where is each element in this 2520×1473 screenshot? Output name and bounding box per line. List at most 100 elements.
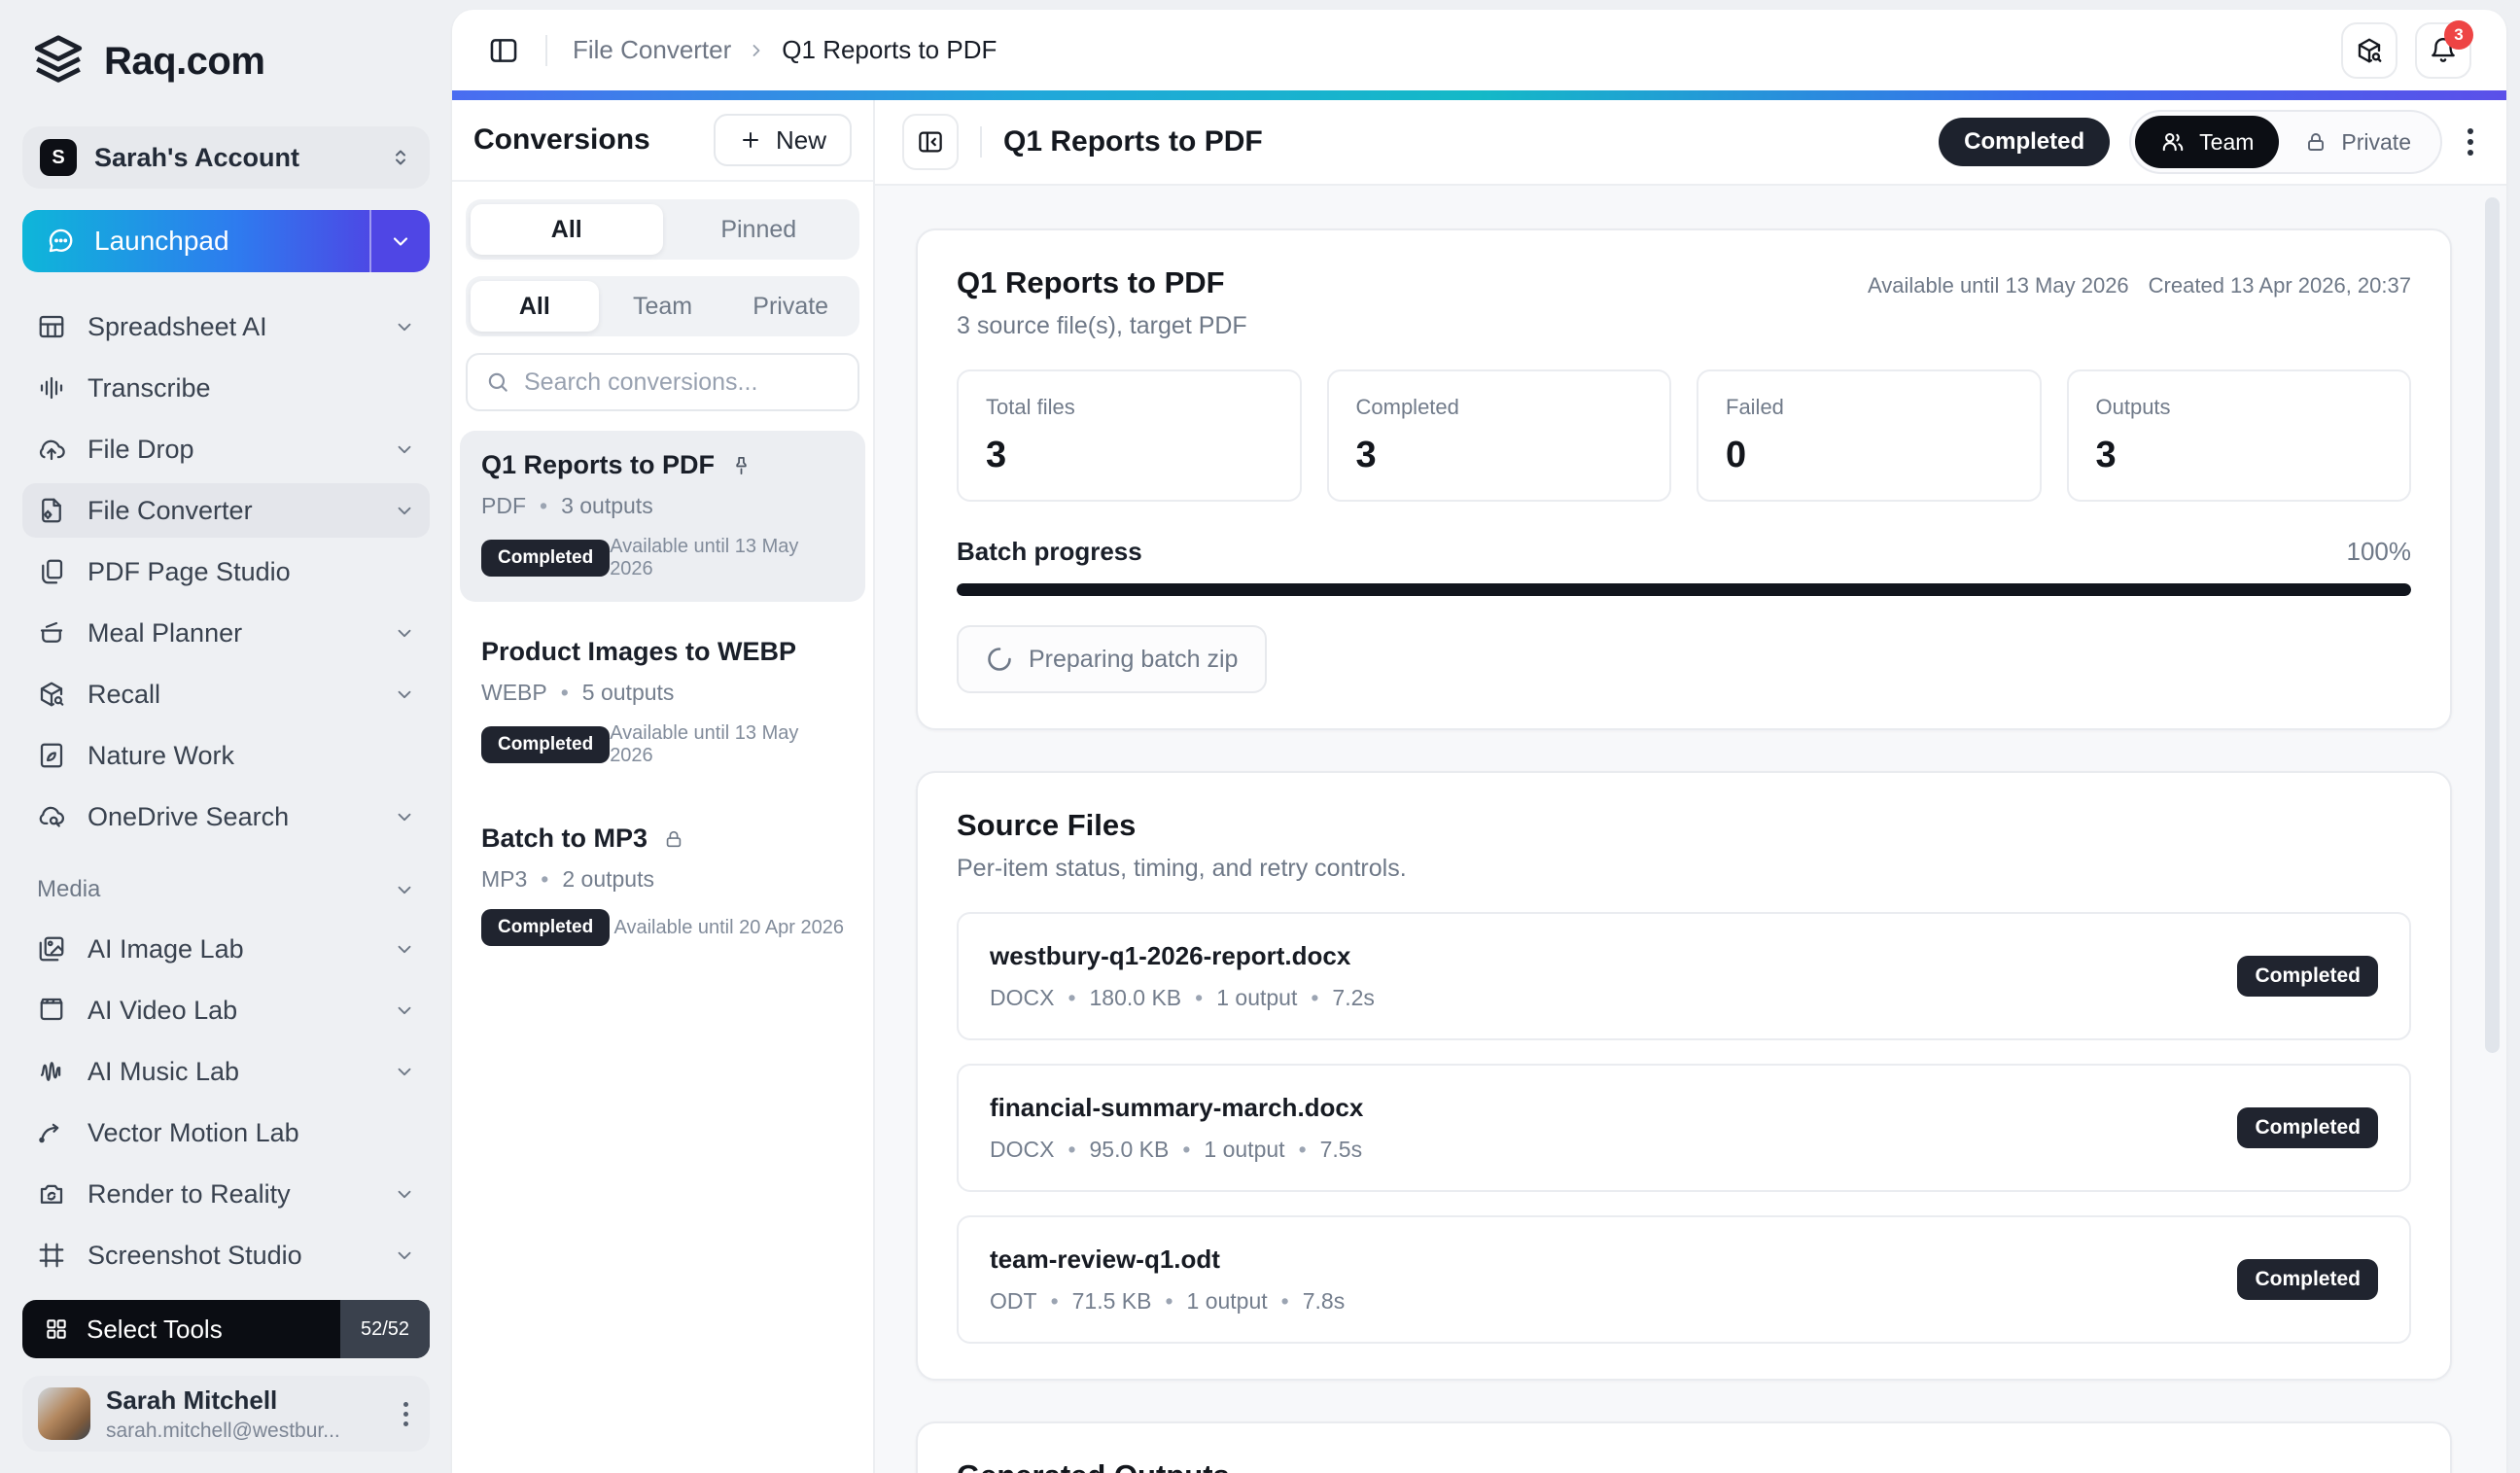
launchpad-expand-button[interactable] (369, 210, 430, 272)
tab-scope-private[interactable]: Private (726, 281, 855, 332)
visibility-team-button[interactable]: Team (2135, 116, 2279, 168)
sidebar-item-spreadsheet-ai[interactable]: Spreadsheet AI (22, 299, 430, 354)
created-text: Created 13 Apr 2026, 20:37 (2149, 273, 2411, 298)
sidebar-toggle-button[interactable] (487, 34, 520, 67)
list-item[interactable]: Product Images to WEBP WEBP • 5 outputs … (460, 617, 865, 789)
sidebar-item-file-drop[interactable]: File Drop (22, 422, 430, 476)
chevron-down-icon (394, 879, 415, 900)
more-options-button[interactable] (2462, 123, 2479, 161)
profile-email: sarah.mitchell@westbur... (106, 1420, 382, 1443)
sidebar-item-nature-work[interactable]: Nature Work (22, 728, 430, 783)
select-tools-button[interactable]: Select Tools 52/52 (22, 1300, 430, 1358)
search-icon (485, 369, 510, 395)
conversions-panel: Conversions New All Pinned All Team Priv… (452, 100, 875, 1473)
list-item[interactable]: Q1 Reports to PDF PDF • 3 outputs Comple… (460, 431, 865, 602)
search-conversions[interactable] (466, 353, 859, 411)
chevron-down-icon (394, 500, 415, 521)
file-duration: 7.2s (1332, 985, 1374, 1011)
users-icon (2160, 129, 2186, 155)
profile-menu-button[interactable] (398, 1396, 414, 1432)
sidebar-item-recall[interactable]: Recall (22, 667, 430, 721)
tab-pinned[interactable]: Pinned (663, 204, 856, 255)
sidebar-item-label: AI Music Lab (88, 1057, 239, 1087)
sidebar-item-vector-motion-lab[interactable]: Vector Motion Lab (22, 1105, 430, 1160)
pin-icon (730, 454, 752, 476)
preparing-zip-button[interactable]: Preparing batch zip (957, 625, 1267, 693)
plus-icon (739, 128, 762, 152)
sidebar-item-ai-image-lab[interactable]: AI Image Lab (22, 922, 430, 976)
sidebar-item-transcribe[interactable]: Transcribe (22, 361, 430, 415)
notifications-button[interactable]: 3 (2415, 22, 2471, 79)
dot-separator: • (1051, 1288, 1059, 1315)
leaf-document-icon (37, 741, 66, 770)
list-item[interactable]: Batch to MP3 MP3 • 2 outputs Completed A… (460, 804, 865, 967)
visibility-private-button[interactable]: Private (2279, 116, 2436, 168)
conversion-title: Product Images to WEBP (481, 637, 796, 667)
sidebar-item-ai-music-lab[interactable]: AI Music Lab (22, 1044, 430, 1099)
sidebar-item-render-to-reality[interactable]: Render to Reality (22, 1167, 430, 1221)
scrollbar[interactable] (2485, 197, 2500, 1053)
table-row[interactable]: financial-summary-march.docx DOCX • 95.0… (957, 1064, 2411, 1192)
clapperboard-icon (37, 996, 66, 1025)
new-conversion-button[interactable]: New (714, 114, 852, 166)
page-title: Q1 Reports to PDF (1003, 125, 1263, 158)
conversion-title: Q1 Reports to PDF (957, 265, 1247, 300)
media-section-header[interactable]: Media (22, 867, 430, 912)
sidebar-item-onedrive-search[interactable]: OneDrive Search (22, 789, 430, 844)
conversion-outputs: 2 outputs (562, 866, 654, 893)
detail-header: Q1 Reports to PDF Completed Team Private (875, 100, 2506, 186)
panel-collapse-button[interactable] (902, 114, 959, 170)
file-format: DOCX (990, 1137, 1054, 1163)
stat-completed: Completed 3 (1327, 369, 1672, 502)
sidebar-item-pdf-page-studio[interactable]: PDF Page Studio (22, 544, 430, 599)
file-name: westbury-q1-2026-report.docx (990, 941, 1375, 971)
media-section-label: Media (37, 876, 100, 903)
launchpad-button[interactable]: Launchpad (22, 210, 430, 272)
package-search-button[interactable] (2341, 22, 2398, 79)
stat-total-files: Total files 3 (957, 369, 1302, 502)
select-tools-label: Select Tools (87, 1315, 223, 1345)
sidebar-item-label: Vector Motion Lab (88, 1118, 299, 1148)
sidebar-item-file-converter[interactable]: File Converter (22, 483, 430, 538)
sidebar-item-label: AI Image Lab (88, 934, 244, 964)
availability-text: Available until 13 May 2026 (610, 722, 844, 767)
search-input[interactable] (524, 368, 840, 397)
table-row[interactable]: team-review-q1.odt ODT • 71.5 KB • 1 out… (957, 1215, 2411, 1344)
tab-all[interactable]: All (471, 204, 663, 255)
sidebar-item-screenshot-studio[interactable]: Screenshot Studio (22, 1228, 430, 1282)
detail-scroll-area[interactable]: Q1 Reports to PDF 3 source file(s), targ… (875, 186, 2506, 1473)
breadcrumb-section[interactable]: File Converter (573, 35, 731, 65)
sidebar-item-label: OneDrive Search (88, 802, 289, 832)
stat-failed: Failed 0 (1697, 369, 2042, 502)
status-badge: Completed (2237, 956, 2378, 997)
tab-scope-all[interactable]: All (471, 281, 599, 332)
tab-scope-team[interactable]: Team (599, 281, 727, 332)
profile-card[interactable]: Sarah Mitchell sarah.mitchell@westbur... (22, 1376, 430, 1452)
availability-text: Available until 13 May 2026 (1868, 273, 2129, 298)
conversion-subtitle: 3 source file(s), target PDF (957, 312, 1247, 340)
zip-button-label: Preparing batch zip (1029, 646, 1238, 674)
sidebar-item-ai-video-lab[interactable]: AI Video Lab (22, 983, 430, 1037)
account-avatar: S (40, 139, 77, 176)
table-row[interactable]: westbury-q1-2026-report.docx DOCX • 180.… (957, 912, 2411, 1040)
avatar (38, 1387, 90, 1440)
batch-progress-value: 100% (2347, 537, 2412, 567)
status-badge: Completed (481, 540, 610, 577)
package-search-icon (2355, 36, 2384, 65)
status-badge: Completed (481, 726, 610, 763)
brand: Raq.com (22, 33, 430, 89)
file-gear-icon (37, 496, 66, 525)
team-label: Team (2199, 129, 2254, 156)
dot-separator: • (1165, 1288, 1172, 1315)
stat-outputs: Outputs 3 (2067, 369, 2412, 502)
dot-separator: • (1195, 985, 1203, 1011)
chevrons-up-down-icon (389, 146, 412, 169)
lock-icon (663, 828, 684, 850)
chevron-down-icon (394, 1000, 415, 1021)
account-switcher[interactable]: S Sarah's Account (22, 126, 430, 189)
sidebar-item-meal-planner[interactable]: Meal Planner (22, 606, 430, 660)
main-panel: File Converter Q1 Reports to PDF 3 Conve… (452, 10, 2506, 1473)
source-files-title: Source Files (957, 808, 2411, 843)
conversion-outputs: 5 outputs (582, 680, 675, 706)
file-name: team-review-q1.odt (990, 1245, 1345, 1275)
